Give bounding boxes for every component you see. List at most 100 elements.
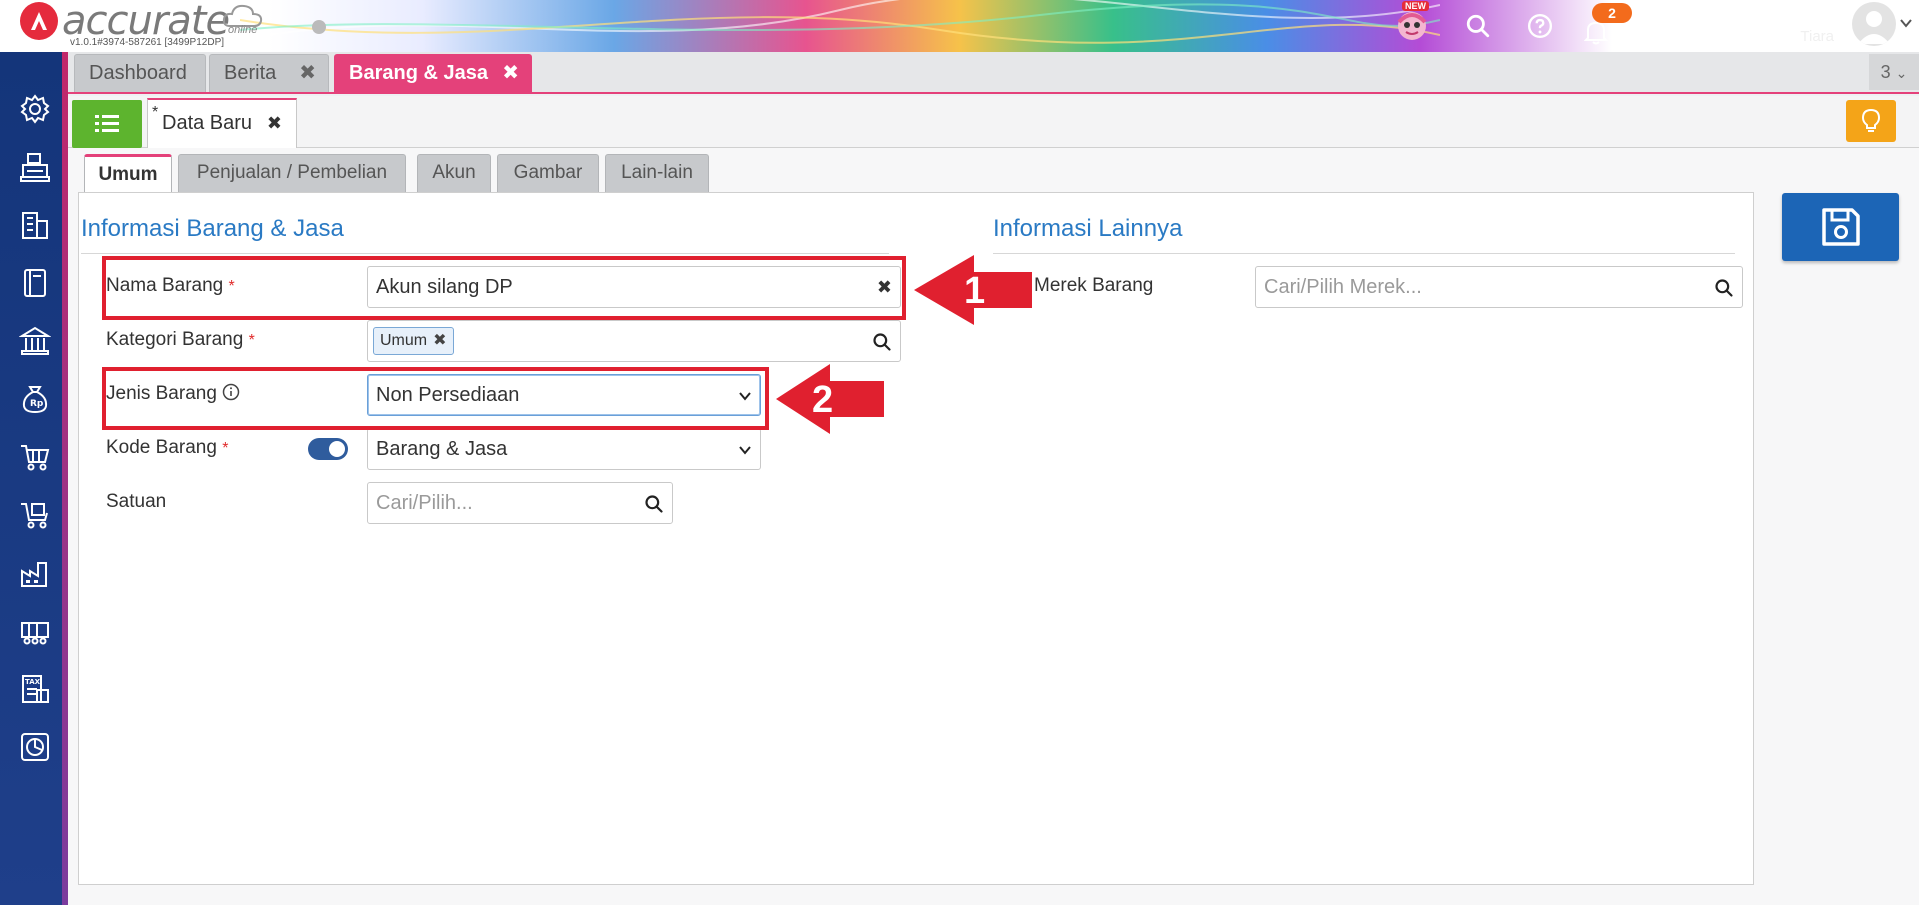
annotation-number-2: 2 — [812, 379, 833, 421]
close-icon[interactable]: ✖ — [299, 55, 316, 91]
building-icon[interactable] — [14, 204, 56, 246]
satuan-placeholder: Cari/Pilih... — [376, 492, 473, 514]
search-icon[interactable] — [1462, 10, 1494, 42]
annotation-number-1: 1 — [964, 270, 985, 312]
section-divider — [993, 253, 1735, 254]
remove-chip-icon[interactable]: ✖ — [433, 332, 446, 349]
kode-barang-select[interactable]: Barang & Jasa — [367, 428, 761, 470]
section-title-informasi-barang: Informasi Barang & Jasa — [81, 215, 344, 242]
factory-icon[interactable] — [14, 552, 56, 594]
merek-barang-label: Merek Barang — [1034, 275, 1154, 296]
form-tab-umum[interactable]: Umum — [84, 154, 172, 194]
gear-icon[interactable] — [14, 88, 56, 130]
tab-data-baru[interactable]: * Data Baru ✖ — [147, 98, 297, 148]
search-icon[interactable] — [1714, 278, 1734, 298]
tab-berita[interactable]: Berita ✖ — [209, 54, 329, 92]
svg-text:TAX: TAX — [25, 678, 41, 686]
cart-icon[interactable] — [14, 436, 56, 478]
kode-barang-value: Barang & Jasa — [376, 438, 508, 460]
truck-icon[interactable] — [14, 610, 56, 652]
form-tab-label: Lain-lain — [621, 162, 693, 183]
logo-online-text: online — [228, 24, 258, 36]
chevron-down-icon[interactable] — [1899, 16, 1913, 30]
left-sidebar: Rp TAX — [0, 52, 68, 905]
annotation-arrow-1: 1 — [914, 255, 1032, 325]
user-name: Tiara — [1800, 28, 1834, 45]
label-text: Kode Barang — [106, 437, 217, 458]
notification-count-badge: 2 — [1592, 3, 1632, 23]
workspace: * Data Baru ✖ Umum Penjualan / Pembelian… — [68, 96, 1919, 905]
bank-icon[interactable] — [14, 320, 56, 362]
tips-button[interactable] — [1846, 100, 1896, 142]
close-icon[interactable]: ✖ — [502, 55, 519, 91]
list-icon — [95, 115, 119, 132]
form-tab-penjualan-pembelian[interactable]: Penjualan / Pembelian — [178, 154, 406, 192]
form-tab-label: Umum — [98, 164, 158, 185]
satuan-input[interactable]: Cari/Pilih... — [367, 482, 673, 524]
chevron-down-icon: ⌄ — [1895, 65, 1908, 81]
open-tabs-count[interactable]: 3 ⌄ — [1869, 54, 1919, 90]
logo-a-icon — [20, 2, 58, 40]
required-mark: * — [248, 332, 255, 349]
version-text: v1.0.1#3974-587261 [3499P12DP] — [70, 37, 225, 48]
kategori-chip[interactable]: Umum ✖ — [373, 327, 454, 355]
kategori-barang-input[interactable]: Umum ✖ — [367, 320, 901, 362]
logo-text: accurate — [62, 0, 230, 44]
tab-label: Berita — [224, 62, 277, 84]
printer-icon[interactable] — [14, 146, 56, 188]
kode-barang-label: Kode Barang * — [106, 437, 228, 459]
form-tab-lain-lain[interactable]: Lain-lain — [605, 154, 709, 192]
header-decoration — [240, 0, 1440, 44]
close-icon[interactable]: ✖ — [267, 100, 282, 146]
form-tab-label: Gambar — [513, 162, 583, 183]
annotation-arrow-2: 2 — [776, 364, 884, 434]
form-tab-gambar[interactable]: Gambar — [497, 154, 599, 192]
help-icon[interactable] — [1524, 10, 1556, 42]
sub-tab-bar: * Data Baru ✖ — [68, 96, 1919, 148]
top-header: accurate online v1.0.1#3974-587261 [3499… — [0, 0, 1919, 52]
toggle-knob — [329, 441, 345, 457]
floppy-disk-icon — [1821, 208, 1860, 246]
search-icon[interactable] — [644, 494, 664, 514]
list-view-button[interactable] — [72, 100, 142, 148]
satuan-label: Satuan — [106, 491, 167, 512]
label-text: Kategori Barang — [106, 329, 244, 350]
chip-label: Umum — [380, 332, 428, 349]
unsaved-mark: * — [152, 104, 159, 121]
required-mark: * — [222, 440, 229, 457]
tab-count-value: 3 — [1880, 62, 1891, 82]
save-button[interactable] — [1782, 193, 1899, 261]
form-tab-akun[interactable]: Akun — [417, 154, 491, 192]
svg-text:Rp: Rp — [30, 399, 44, 409]
merek-barang-input[interactable]: Cari/Pilih Merek... — [1255, 266, 1743, 308]
tab-dashboard[interactable]: Dashboard — [74, 54, 206, 92]
main-tab-bar: Dashboard Berita ✖ Barang & Jasa ✖ 3 ⌄ — [68, 52, 1919, 94]
section-title-informasi-lainnya: Informasi Lainnya — [993, 215, 1183, 242]
kategori-barang-label: Kategori Barang * — [106, 329, 255, 351]
merek-placeholder: Cari/Pilih Merek... — [1264, 276, 1422, 298]
form-tab-label: Akun — [432, 162, 476, 183]
section-divider — [81, 253, 889, 254]
new-feature-mascot-icon[interactable] — [1396, 10, 1428, 42]
tab-label: Dashboard — [89, 62, 187, 84]
annotation-box-2 — [102, 367, 769, 430]
cart-box-icon[interactable] — [14, 494, 56, 536]
search-icon[interactable] — [872, 332, 892, 352]
money-bag-icon[interactable]: Rp — [14, 378, 56, 420]
tab-barang-jasa[interactable]: Barang & Jasa ✖ — [334, 54, 532, 92]
tab-label: Barang & Jasa — [349, 62, 488, 84]
company-name[interactable]: Fifi Fashion — [1720, 4, 1834, 30]
book-icon[interactable] — [14, 262, 56, 304]
form-tab-label: Penjualan / Pembelian — [196, 162, 388, 183]
chevron-down-icon — [739, 446, 751, 455]
status-dot — [312, 20, 326, 34]
annotation-box-1 — [102, 256, 906, 320]
lightbulb-icon — [1861, 108, 1881, 132]
tab-label: Data Baru — [162, 112, 253, 134]
new-badge: NEW — [1402, 1, 1429, 11]
accurate-logo[interactable]: accurate — [20, 0, 230, 44]
auto-code-toggle[interactable] — [308, 438, 348, 460]
chart-icon[interactable] — [14, 726, 56, 768]
tax-icon[interactable]: TAX — [14, 668, 56, 710]
avatar[interactable] — [1852, 2, 1896, 46]
